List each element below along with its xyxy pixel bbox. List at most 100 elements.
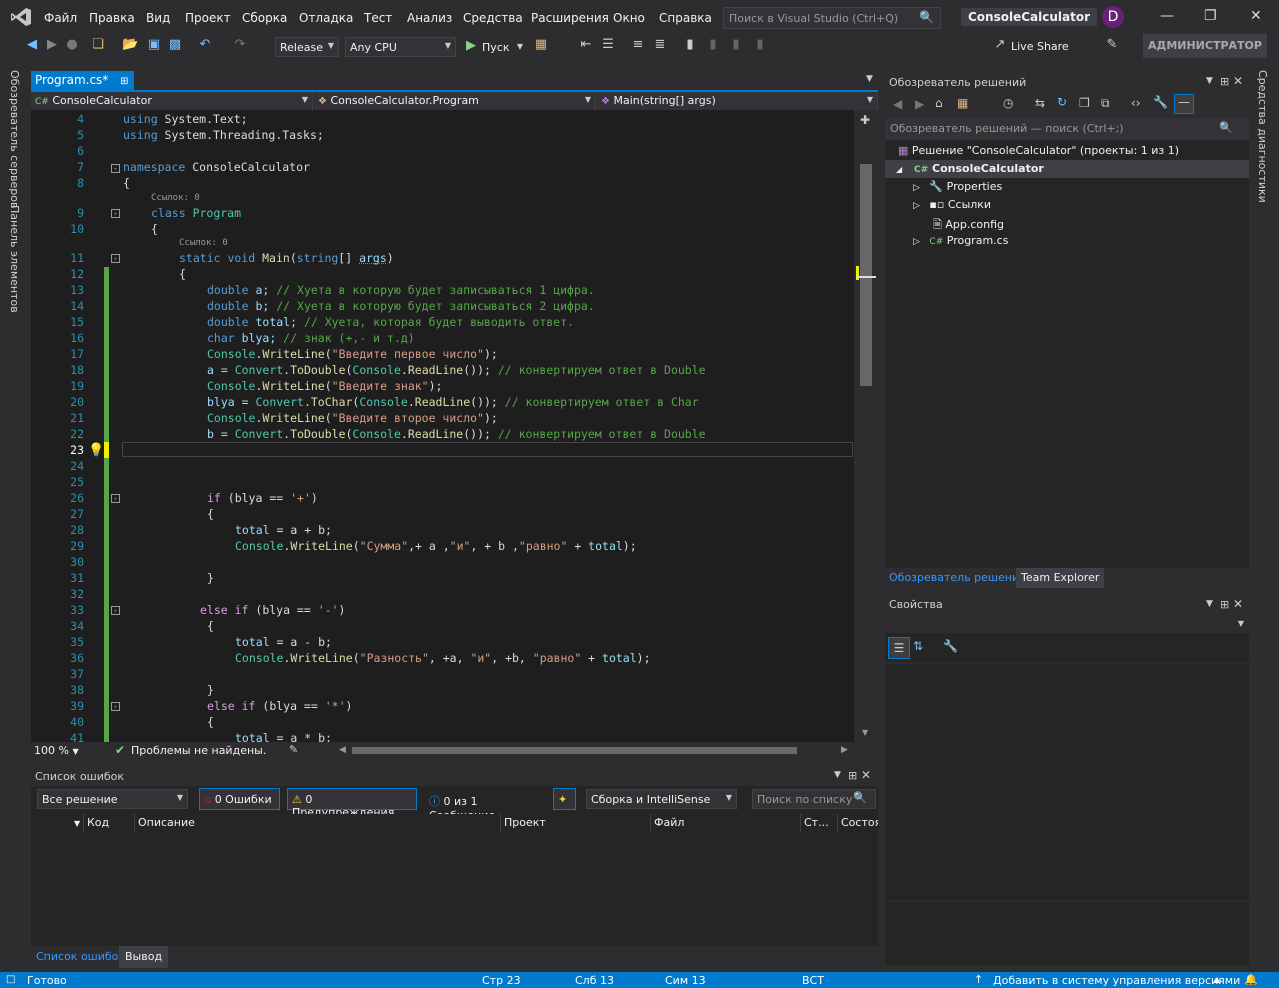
back-icon[interactable]: ◀: [893, 97, 902, 111]
tree-item-app-config[interactable]: 🗎 App.config: [933, 216, 1004, 235]
fold-toggle[interactable]: -: [111, 209, 120, 218]
menu-file[interactable]: Файл: [44, 11, 77, 25]
column-project[interactable]: Проект: [501, 814, 651, 832]
menu-build[interactable]: Сборка: [242, 11, 287, 25]
collapsed-arrow-icon[interactable]: ▷: [913, 183, 920, 193]
error-scope-select[interactable]: Все решение ▼: [37, 789, 188, 809]
error-search-icon[interactable]: 🔍: [853, 791, 867, 804]
forward-icon[interactable]: ▶: [44, 37, 60, 55]
panel-close-icon[interactable]: ✕: [861, 768, 871, 782]
pending-changes-icon[interactable]: ◷: [1003, 96, 1013, 110]
comment-lines-icon[interactable]: ≡: [630, 37, 646, 55]
save-all-icon[interactable]: ▩: [167, 37, 183, 55]
open-folder-icon[interactable]: 📂: [122, 37, 138, 55]
tree-item-properties[interactable]: ▷ 🔧 Properties: [913, 180, 1002, 193]
pin-icon[interactable]: ⊞: [120, 76, 128, 87]
avatar[interactable]: D: [1102, 6, 1124, 28]
collapsed-arrow-icon[interactable]: ▷: [913, 237, 920, 247]
forward-circle-icon[interactable]: ●: [64, 37, 80, 55]
add-to-source-control-button[interactable]: Добавить в систему управления версиями: [993, 974, 1240, 987]
run-dropdown-icon[interactable]: ▼: [512, 42, 528, 60]
menu-extensions[interactable]: Расширения: [531, 11, 609, 25]
properties-wrench-icon[interactable]: 🔧: [1153, 95, 1168, 109]
next-bookmark-icon[interactable]: ▮: [728, 37, 744, 55]
forward-icon[interactable]: ▶: [915, 97, 924, 111]
preview-selected-icon[interactable]: —: [1174, 94, 1194, 114]
properties-object-select[interactable]: ▼: [885, 615, 1249, 633]
liveshare-button[interactable]: Live Share: [1011, 40, 1069, 53]
menu-debug[interactable]: Отладка: [299, 11, 353, 25]
column-icon-header[interactable]: ▼: [31, 814, 84, 832]
menu-edit[interactable]: Правка: [89, 11, 135, 25]
refresh-icon[interactable]: ↻: [1057, 95, 1067, 109]
new-project-icon[interactable]: ❏: [90, 37, 106, 55]
start-run-icon[interactable]: ▶: [466, 38, 476, 53]
platform-select[interactable]: Any CPU ▼: [345, 37, 456, 57]
tab-overflow-icon[interactable]: ▼: [866, 74, 873, 84]
zoom-select[interactable]: 100 % ▼: [34, 744, 79, 757]
prev-bookmark-icon[interactable]: ▮: [705, 37, 721, 55]
menu-window[interactable]: Окно: [613, 11, 645, 25]
collapsed-arrow-icon[interactable]: ▷: [913, 201, 920, 211]
warnings-filter-button[interactable]: ⚠ 0 Предупреждения: [287, 788, 417, 819]
column-code[interactable]: Код: [84, 814, 135, 832]
scroll-left-icon[interactable]: ◀: [339, 745, 346, 755]
redo-icon[interactable]: ↷: [232, 37, 248, 55]
panel-close-icon[interactable]: ✕: [1233, 597, 1243, 611]
nav-class-select[interactable]: ❖ ConsoleCalculator.Program ▼: [314, 92, 596, 110]
error-search-input[interactable]: Поиск по списку 🔍: [752, 789, 876, 809]
property-pages-icon[interactable]: 🔧: [943, 639, 958, 653]
menu-test[interactable]: Тест: [364, 11, 392, 25]
tree-item-program-cs[interactable]: ▷ C# Program.cs: [913, 234, 1008, 247]
build-filter-select[interactable]: Сборка и IntelliSense ▼: [586, 789, 737, 809]
tab-solution-explorer[interactable]: Обозреватель решений: [889, 571, 1026, 584]
errors-filter-button[interactable]: ⦸ 0 Ошибки: [199, 788, 280, 810]
panel-pin-icon[interactable]: ⊞: [1220, 75, 1229, 88]
tree-item-references[interactable]: ▷ ▪▫ Ссылки: [913, 198, 991, 211]
view-code-icon[interactable]: ‹›: [1131, 96, 1141, 110]
object-dropdown-icon[interactable]: ▼: [1238, 619, 1244, 628]
split-editor-icon[interactable]: ✚: [860, 113, 870, 127]
problems-status[interactable]: Проблемы не найдены.: [131, 744, 266, 757]
nav-member-select[interactable]: ❖ Main(string[] args) ▼: [597, 92, 878, 110]
undo-icon[interactable]: ↶: [197, 37, 213, 55]
upload-arrow-icon[interactable]: ↑: [974, 973, 983, 986]
menu-help[interactable]: Справка: [659, 11, 712, 25]
home-icon[interactable]: ⌂: [935, 96, 943, 110]
solution-search-icon[interactable]: 🔍: [1219, 121, 1233, 134]
column-description[interactable]: Описание: [135, 814, 501, 832]
toolbox-tab[interactable]: Панель элементов: [8, 205, 21, 313]
filter-toggle-button[interactable]: ✦: [553, 788, 576, 810]
bookmark-icon[interactable]: ▮: [682, 37, 698, 55]
messages-filter-button[interactable]: ⓘ 0 из 1 Сообщение: [424, 788, 544, 822]
tree-item-solution[interactable]: ▦ Решение "ConsoleCalculator" (проекты: …: [898, 144, 1179, 157]
tab-program-cs[interactable]: Program.cs* ⊞ ✕: [31, 71, 134, 101]
panel-dropdown-icon[interactable]: ▼: [834, 770, 841, 780]
panel-dropdown-icon[interactable]: ▼: [1206, 599, 1213, 609]
tab-team-explorer[interactable]: Team Explorer: [1016, 568, 1105, 588]
fold-toggle[interactable]: -: [111, 254, 120, 263]
search-icon[interactable]: 🔍: [919, 10, 934, 24]
browser-link-icon[interactable]: ▦: [533, 37, 549, 55]
uncomment-lines-icon[interactable]: ≣: [652, 37, 668, 55]
tab-output[interactable]: Вывод: [119, 946, 169, 968]
column-file[interactable]: Файл: [651, 814, 801, 832]
quick-launch-search-input[interactable]: Поиск в Visual Studio (Ctrl+Q): [723, 7, 941, 29]
show-all-files-icon[interactable]: ⧉: [1101, 96, 1110, 111]
alphabetical-sort-icon[interactable]: ⇅: [913, 639, 923, 653]
fold-toggle[interactable]: -: [111, 164, 120, 173]
code-editor[interactable]: 4 5 6 7 8 9 10 11 12 13 14 15 16 17 18 1…: [31, 110, 854, 742]
minimize-button[interactable]: —: [1160, 8, 1174, 24]
configuration-select[interactable]: Release ▼: [275, 37, 339, 57]
switch-views-icon[interactable]: ▦: [957, 96, 968, 110]
menu-view[interactable]: Вид: [146, 11, 170, 25]
reference-count[interactable]: Ссылок: 0: [179, 238, 228, 248]
menu-tools[interactable]: Средства: [463, 11, 523, 25]
feedback-icon[interactable]: ✎: [1104, 37, 1120, 55]
menu-project[interactable]: Проект: [185, 11, 231, 25]
column-line[interactable]: Ст...: [801, 814, 838, 832]
panel-dropdown-icon[interactable]: ▼: [1206, 76, 1213, 86]
panel-close-icon[interactable]: ✕: [1233, 74, 1243, 88]
file-compare-icon[interactable]: ☰: [600, 37, 616, 55]
fold-toggle[interactable]: -: [111, 494, 120, 503]
